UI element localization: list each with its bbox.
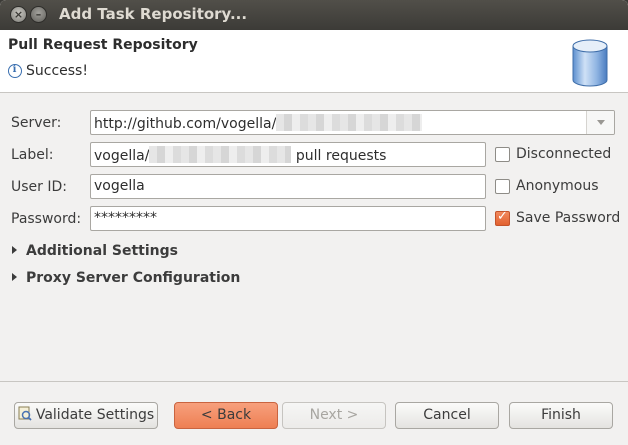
next-label: Next > — [309, 407, 359, 423]
cancel-label: Cancel — [423, 407, 471, 423]
page-title: Pull Request Repository — [8, 37, 198, 53]
redacted-text — [276, 114, 423, 131]
password-value: ********* — [94, 210, 157, 226]
label-label: Label: — [11, 147, 54, 163]
disconnected-label[interactable]: Disconnected — [516, 146, 611, 162]
next-button[interactable]: Next > — [282, 402, 386, 429]
close-icon: × — [13, 8, 24, 21]
disconnected-checkbox[interactable] — [495, 147, 510, 162]
user-id-value: vogella — [94, 178, 145, 194]
anonymous-checkbox[interactable] — [495, 179, 510, 194]
add-task-repository-dialog: × – Add Task Repository... Pull Request … — [0, 0, 628, 445]
user-id-field[interactable]: vogella — [90, 174, 486, 199]
back-label: < Back — [200, 407, 252, 423]
label-value-prefix: vogella/ — [94, 148, 150, 164]
proxy-config-expander[interactable]: Proxy Server Configuration — [12, 270, 240, 286]
server-label: Server: — [11, 115, 62, 131]
info-icon: i — [8, 64, 22, 78]
title-bar[interactable]: × – Add Task Repository... — [0, 0, 628, 30]
user-id-label: User ID: — [11, 179, 67, 195]
server-value: http://github.com/vogella/ — [94, 116, 277, 132]
label-field[interactable]: vogella/ pull requests — [90, 142, 486, 167]
proxy-config-label: Proxy Server Configuration — [26, 270, 241, 286]
server-combo[interactable]: http://github.com/vogella/ — [90, 110, 615, 135]
status-message: Success! — [26, 63, 88, 79]
finish-label: Finish — [541, 407, 581, 423]
back-button[interactable]: < Back — [174, 402, 278, 429]
save-password-checkbox[interactable]: ✓ — [495, 209, 510, 226]
server-dropdown-button[interactable] — [586, 111, 614, 134]
minimize-window-button[interactable]: – — [30, 6, 47, 23]
checkmark-icon: ✓ — [497, 209, 508, 224]
window-title: Add Task Repository... — [59, 5, 248, 23]
close-window-button[interactable]: × — [10, 6, 27, 23]
minimize-icon: – — [35, 8, 42, 21]
password-field[interactable]: ********* — [90, 206, 486, 231]
chevron-down-icon — [597, 120, 605, 125]
password-label: Password: — [11, 211, 82, 227]
save-password-label[interactable]: Save Password — [516, 210, 620, 226]
redacted-text — [149, 146, 292, 163]
validate-icon — [18, 406, 32, 421]
validate-settings-button[interactable]: Validate Settings — [14, 402, 158, 429]
database-icon — [572, 39, 608, 87]
cancel-button[interactable]: Cancel — [395, 402, 499, 429]
finish-button[interactable]: Finish — [509, 402, 613, 429]
wizard-header: Pull Request Repository i Success! — [0, 30, 628, 93]
additional-settings-expander[interactable]: Additional Settings — [12, 243, 178, 259]
footer-divider — [0, 381, 628, 382]
expand-arrow-icon — [12, 273, 17, 281]
expand-arrow-icon — [12, 246, 17, 254]
anonymous-label[interactable]: Anonymous — [516, 178, 599, 194]
label-value-suffix: pull requests — [295, 148, 387, 164]
validate-settings-label: Validate Settings — [35, 407, 155, 423]
additional-settings-label: Additional Settings — [26, 243, 178, 259]
